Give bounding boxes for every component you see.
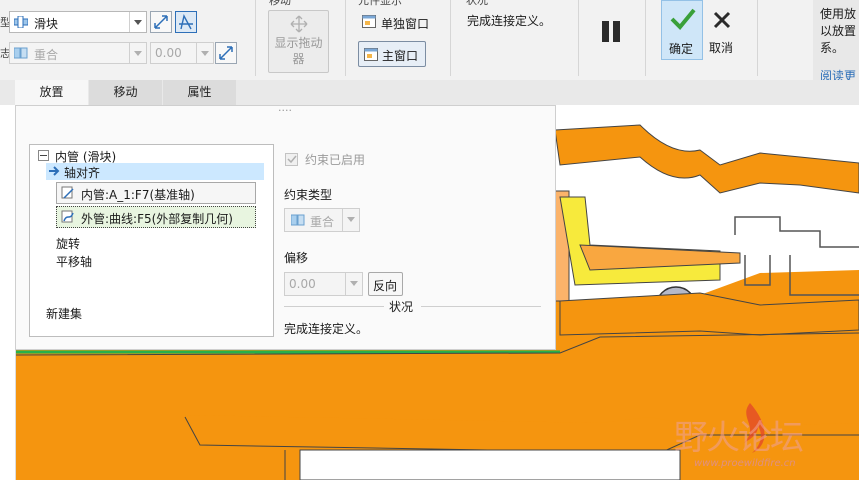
status-section-label: 状况 [389, 300, 414, 314]
tab-properties[interactable]: 属性 [163, 80, 236, 105]
reference-2-label: 外管:曲线:F5(外部复制几何) [81, 212, 233, 226]
left-strip [0, 80, 16, 480]
ok-button[interactable]: 确定 [661, 0, 703, 60]
tab-placement[interactable]: 放置 [15, 80, 88, 105]
dropdown-arrow-icon [342, 209, 359, 231]
single-window-label: 单独窗口 [381, 17, 430, 31]
help-text-3: 系。 [820, 41, 845, 55]
axis-icon [179, 14, 193, 30]
panel-status-text: 完成连接定义。 [284, 322, 369, 336]
main-window-button[interactable]: 主窗口 [358, 41, 426, 67]
dropdown-arrow-icon [345, 273, 362, 295]
tree-collapse-icon[interactable] [38, 150, 49, 161]
constraint-coincident-icon [13, 47, 28, 59]
constraint-type-label: 约束类型 [284, 188, 333, 202]
single-window-button[interactable]: 单独窗口 [360, 13, 450, 33]
offset-value: 0.00 [155, 46, 182, 60]
flip-direction-button[interactable] [150, 11, 172, 33]
show-dragger-button[interactable]: 显示拖动器 [268, 10, 329, 73]
watermark: 野火论坛 www.proewildfire.cn [672, 398, 859, 480]
constraint-select[interactable]: 重合 [9, 42, 147, 64]
tree-rotate[interactable]: 旋转 [56, 235, 80, 252]
pause-button[interactable] [598, 18, 626, 46]
flip-button[interactable]: 反向 [368, 272, 403, 296]
connection-type-select[interactable]: 滑块 [9, 11, 147, 33]
status-divider-right [421, 306, 541, 307]
tab-bar: 放置 移动 属性 [0, 80, 859, 105]
main-window-label: 主窗口 [382, 49, 419, 63]
constraint-enabled-checkbox[interactable] [285, 153, 298, 166]
reference-1[interactable]: 内管:A_1:F7(基准轴) [56, 182, 256, 204]
pause-icon [602, 21, 620, 42]
move-group-label: 移动 [269, 0, 291, 7]
ribbon-status-text: 完成连接定义。 [467, 14, 552, 28]
slider-joint-icon [13, 15, 29, 29]
datum-axis-icon [61, 186, 75, 203]
dropdown-arrow-icon [196, 43, 213, 63]
move-arrows-icon [290, 15, 308, 36]
offset-label: 偏移 [284, 251, 309, 265]
window-group-label: 元件显示 [358, 0, 402, 7]
dropdown-arrow-icon [129, 12, 146, 32]
dropdown-arrow-icon [129, 43, 146, 63]
tab-move[interactable]: 移动 [89, 80, 162, 105]
panel-offset-value: 0.00 [289, 277, 316, 291]
status-group-label: 状况 [466, 0, 488, 7]
panel-offset-input[interactable]: 0.00 [284, 272, 363, 296]
status-divider-left [284, 306, 384, 307]
set-name: 轴对齐 [64, 166, 101, 180]
panel-grip[interactable]: ···· [278, 104, 292, 117]
constraint-value: 重合 [34, 48, 59, 62]
check-icon [669, 7, 697, 34]
placement-panel: ···· 内管 (滑块) 轴对齐 内管:A_1:F7(基准轴) 外管:曲线:F5… [15, 104, 556, 350]
constraint-type-select[interactable]: 重合 [284, 208, 360, 232]
cancel-button[interactable]: 取消 [705, 0, 741, 60]
help-text-1: 使用放 [820, 7, 857, 21]
tree-new-set[interactable]: 新建集 [46, 305, 82, 322]
offset-input[interactable]: 0.00 [150, 42, 214, 64]
tree-set-axis-align[interactable]: 轴对齐 [46, 163, 264, 180]
flip-direction-icon [154, 15, 168, 29]
reference-1-label: 内管:A_1:F7(基准轴) [81, 188, 195, 202]
tree-translate[interactable]: 平移轴 [56, 253, 92, 270]
show-dragger-label: 显示拖动器 [274, 36, 323, 66]
window-icon [362, 15, 376, 31]
watermark-url: www.proewildfire.cn [694, 458, 796, 469]
help-text-2: 以放置 [820, 24, 857, 38]
axis-toggle-button[interactable] [175, 11, 197, 33]
watermark-logo: 野火论坛 [674, 418, 804, 458]
reference-2[interactable]: 外管:曲线:F5(外部复制几何) [56, 206, 256, 228]
constraint-coincident-icon [290, 214, 305, 229]
offset-flip-button[interactable] [215, 42, 237, 64]
constraint-enabled-label: 约束已启用 [305, 153, 366, 167]
window-icon [364, 48, 378, 64]
flip-direction-icon [219, 46, 233, 60]
arrow-right-icon [48, 165, 60, 180]
constraint-type-value: 重合 [310, 215, 335, 229]
ribbon: 型: 志: 滑块 重合 0.00 移动 显示拖动器 元件显示 单独窗口 主窗口 … [0, 0, 859, 95]
placement-tree[interactable]: 内管 (滑块) 轴对齐 内管:A_1:F7(基准轴) 外管:曲线:F5(外部复制… [29, 144, 274, 337]
check-icon [287, 155, 297, 164]
ok-label: 确定 [669, 42, 694, 56]
curve-icon [61, 210, 75, 227]
flip-label: 反向 [373, 279, 398, 293]
close-icon [712, 10, 732, 33]
cancel-label: 取消 [709, 41, 734, 55]
connection-type-value: 滑块 [34, 17, 59, 31]
